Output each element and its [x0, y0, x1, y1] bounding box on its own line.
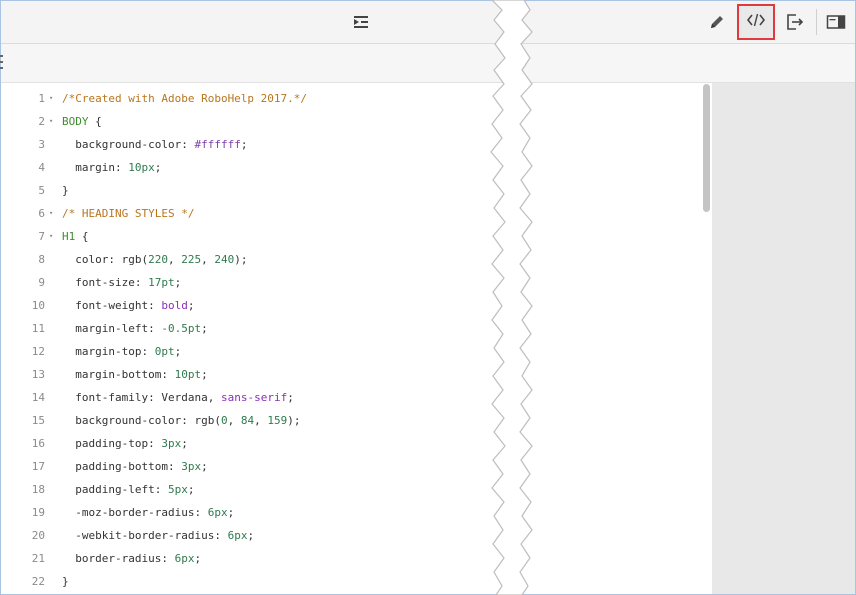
- code-text: H1 {: [62, 230, 89, 243]
- line-number: 19: [31, 506, 45, 519]
- fold-arrow-icon[interactable]: ▾: [49, 225, 57, 248]
- line-number: 17: [31, 460, 45, 473]
- line-number: 10: [31, 299, 45, 312]
- code-text: BODY {: [62, 115, 102, 128]
- fold-arrow-icon[interactable]: ▾: [49, 202, 57, 225]
- code-line[interactable]: 18 padding-left: 5px;: [1, 478, 712, 501]
- code-text: /*Created with Adobe RoboHelp 2017.*/: [62, 92, 308, 105]
- pencil-icon[interactable]: [705, 1, 729, 43]
- code-editor[interactable]: 1 ▾ /*Created with Adobe RoboHelp 2017.*/ 2…: [1, 83, 712, 594]
- code-text: margin-bottom: 10pt;: [75, 368, 208, 381]
- code-line[interactable]: 15 background-color: rgb(0, 84, 159);: [1, 409, 712, 432]
- code-line[interactable]: 1 ▾ /*Created with Adobe RoboHelp 2017.*/: [1, 87, 712, 110]
- line-number: 13: [31, 368, 45, 381]
- line-number: 1: [38, 92, 45, 105]
- code-text: font-weight: bold;: [75, 299, 195, 312]
- line-number: 3: [38, 138, 45, 151]
- code-line[interactable]: 11 margin-left: -0.5pt;: [1, 317, 712, 340]
- code-line[interactable]: 10 font-weight: bold;: [1, 294, 712, 317]
- code-line[interactable]: 5}: [1, 179, 712, 202]
- code-line[interactable]: 7 ▾ H1 {: [1, 225, 712, 248]
- tab-strip: [1, 44, 855, 83]
- code-line[interactable]: 19 -moz-border-radius: 6px;: [1, 501, 712, 524]
- code-line[interactable]: 14 font-family: Verdana, sans-serif;: [1, 386, 712, 409]
- code-text: margin: 10px;: [75, 161, 162, 174]
- code-line[interactable]: 4 margin: 10px;: [1, 156, 712, 179]
- code-text: -webkit-border-radius: 6px;: [75, 529, 255, 542]
- line-number: 8: [38, 253, 45, 266]
- code-text: /* HEADING STYLES */: [62, 207, 195, 220]
- line-number: 4: [38, 161, 45, 174]
- code-line[interactable]: 9 font-size: 17pt;: [1, 271, 712, 294]
- code-text: color: rgb(220, 225, 240);: [75, 253, 248, 266]
- line-number: 20: [31, 529, 45, 542]
- code-line[interactable]: 16 padding-top: 3px;: [1, 432, 712, 455]
- line-number: 11: [31, 322, 45, 335]
- line-number: 16: [31, 437, 45, 450]
- indent-icon[interactable]: [349, 1, 373, 43]
- line-number: 18: [31, 483, 45, 496]
- code-line[interactable]: 20 -webkit-border-radius: 6px;: [1, 524, 712, 547]
- line-number: 12: [31, 345, 45, 358]
- line-number: 21: [31, 552, 45, 565]
- panel-toggle-icon[interactable]: [824, 1, 848, 43]
- line-number: 7: [38, 230, 45, 243]
- line-number: 9: [38, 276, 45, 289]
- code-line[interactable]: 22}: [1, 570, 712, 593]
- code-line[interactable]: 13 margin-bottom: 10pt;: [1, 363, 712, 386]
- line-number: 14: [31, 391, 45, 404]
- code-text: padding-top: 3px;: [75, 437, 188, 450]
- code-line[interactable]: 17 padding-bottom: 3px;: [1, 455, 712, 478]
- fold-arrow-icon[interactable]: ▾: [49, 87, 57, 110]
- code-text: font-size: 17pt;: [75, 276, 182, 289]
- code-text: }: [62, 184, 69, 197]
- code-text: border-radius: 6px;: [75, 552, 202, 565]
- right-panel: [712, 83, 855, 594]
- code-view-icon: [746, 12, 766, 32]
- code-view-button[interactable]: [737, 4, 775, 40]
- code-line[interactable]: 3 background-color: #ffffff;: [1, 133, 712, 156]
- export-icon[interactable]: [783, 1, 807, 43]
- collapse-handle-icon[interactable]: [0, 55, 3, 77]
- code-text: margin-top: 0pt;: [75, 345, 182, 358]
- line-number: 6: [38, 207, 45, 220]
- code-line[interactable]: 8 color: rgb(220, 225, 240);: [1, 248, 712, 271]
- code-text: background-color: #ffffff;: [75, 138, 248, 151]
- code-line[interactable]: 12 margin-top: 0pt;: [1, 340, 712, 363]
- code-text: margin-left: -0.5pt;: [75, 322, 208, 335]
- code-text: font-family: Verdana, sans-serif;: [75, 391, 294, 404]
- line-number: 5: [38, 184, 45, 197]
- code-text: }: [62, 575, 69, 588]
- torn-edge-decoration: [490, 0, 533, 595]
- scrollbar-thumb[interactable]: [703, 84, 710, 212]
- code-line[interactable]: 6 ▾ /* HEADING STYLES */: [1, 202, 712, 225]
- toolbar: [1, 1, 855, 44]
- code-text: background-color: rgb(0, 84, 159);: [75, 414, 301, 427]
- code-line[interactable]: 2 ▾ BODY {: [1, 110, 712, 133]
- code-line[interactable]: 21 border-radius: 6px;: [1, 547, 712, 570]
- line-number: 15: [31, 414, 45, 427]
- line-number: 22: [31, 575, 45, 588]
- code-text: -moz-border-radius: 6px;: [75, 506, 235, 519]
- fold-arrow-icon[interactable]: ▾: [49, 110, 57, 133]
- code-text: padding-left: 5px;: [75, 483, 195, 496]
- code-text: padding-bottom: 3px;: [75, 460, 208, 473]
- toolbar-divider: [816, 9, 817, 35]
- line-number: 2: [38, 115, 45, 128]
